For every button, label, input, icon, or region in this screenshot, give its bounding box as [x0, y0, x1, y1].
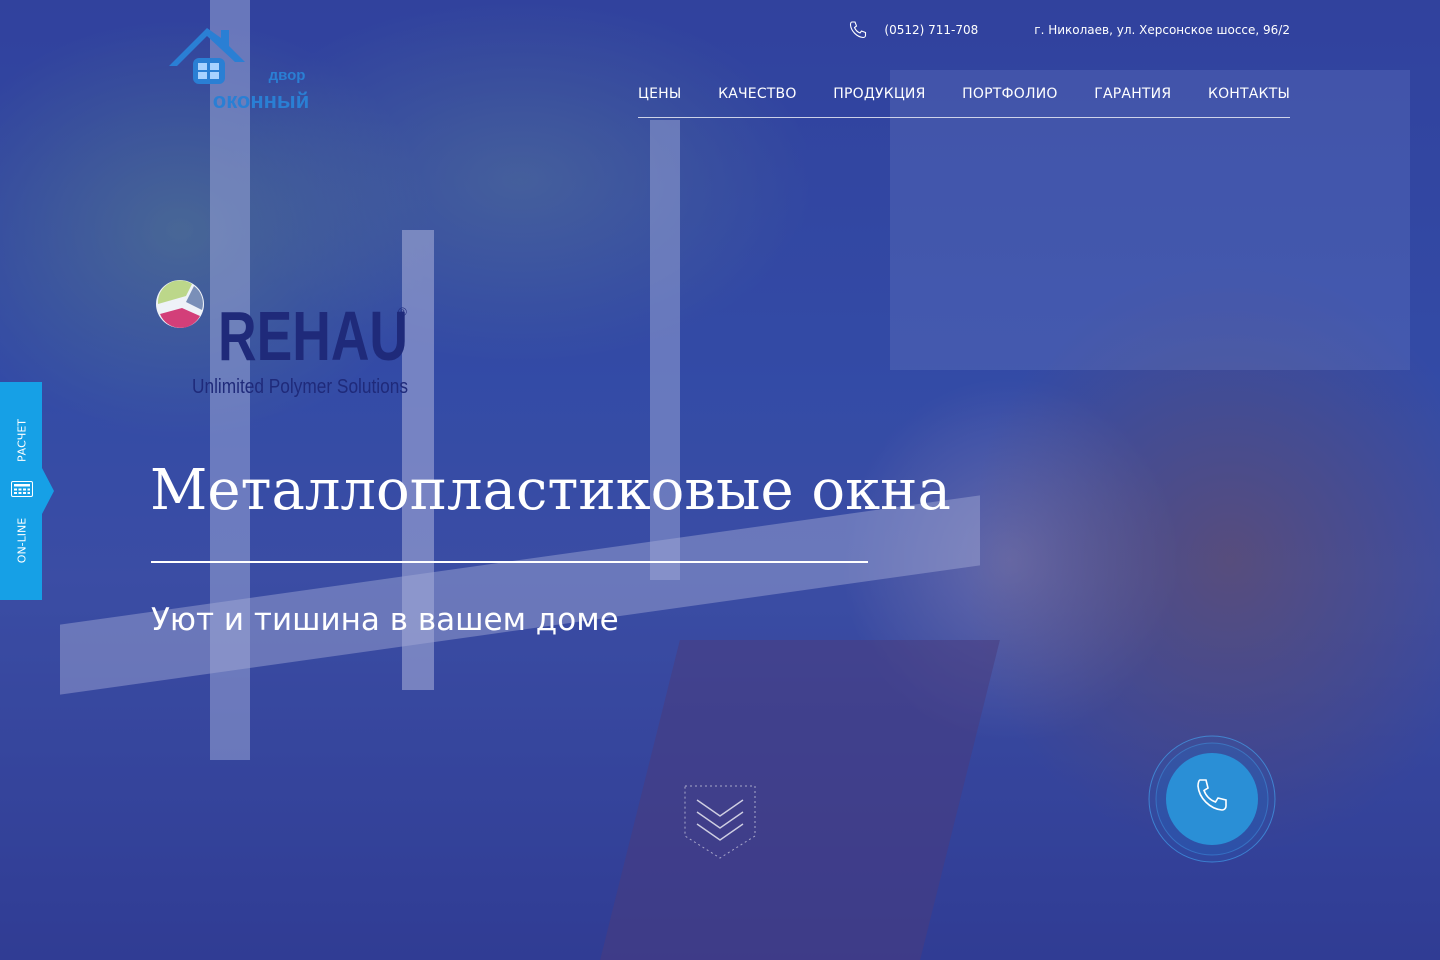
chevron-down-icon: [696, 799, 744, 817]
phone-icon: [850, 21, 867, 39]
call-button-circle[interactable]: [1166, 753, 1258, 845]
chevron-down-icon: [696, 823, 744, 841]
side-tab-label-calc[interactable]: РАСЧЕТ: [16, 419, 29, 462]
calculator-icon[interactable]: [11, 481, 33, 497]
nav-item-quality[interactable]: КАЧЕСТВО: [718, 86, 797, 117]
window-pane: [198, 63, 207, 70]
callback-button[interactable]: [1148, 730, 1276, 868]
nav-item-warranty[interactable]: ГАРАНТИЯ: [1094, 86, 1171, 117]
nav-item-portfolio[interactable]: ПОРТФОЛИО: [962, 86, 1057, 117]
window-pane: [210, 63, 219, 70]
address: г. Николаев, ул. Херсонское шоссе, 96/2: [1034, 23, 1290, 37]
registered-mark: ®: [398, 305, 407, 319]
site-logo[interactable]: двор оконный: [163, 24, 328, 116]
window-icon: [193, 58, 225, 84]
main-nav: ЦЕНЫ КАЧЕСТВО ПРОДУКЦИЯ ПОРТФОЛИО ГАРАНТ…: [638, 86, 1290, 118]
nav-item-contacts[interactable]: КОНТАКТЫ: [1208, 86, 1290, 117]
logo-text-top: двор: [269, 67, 306, 84]
nav-item-products[interactable]: ПРОДУКЦИЯ: [833, 86, 925, 117]
window-pane: [198, 72, 207, 79]
rehau-wordmark: REHAU: [218, 297, 408, 375]
hero-subtitle: Уют и тишина в вашем доме: [151, 602, 619, 638]
chevron-down-icon: [696, 811, 744, 829]
phone-number[interactable]: (0512) 711-708: [884, 23, 978, 37]
hero-divider: [151, 561, 868, 563]
rehau-tagline: Unlimited Polymer Solutions: [192, 376, 408, 398]
window-pane: [210, 72, 219, 79]
hero-title: Металлопластиковые окна: [150, 458, 951, 523]
logo-text-bottom: оконный: [213, 88, 310, 113]
header-contacts: (0512) 711-708 г. Николаев, ул. Херсонск…: [848, 20, 1290, 40]
rehau-logo: REHAU ® Unlimited Polymer Solutions: [156, 280, 408, 398]
scroll-down-button[interactable]: [683, 784, 757, 860]
side-tab-label-online[interactable]: ON-LINE: [16, 518, 29, 563]
nav-item-prices[interactable]: ЦЕНЫ: [638, 86, 681, 117]
scroll-frame: [684, 785, 756, 859]
